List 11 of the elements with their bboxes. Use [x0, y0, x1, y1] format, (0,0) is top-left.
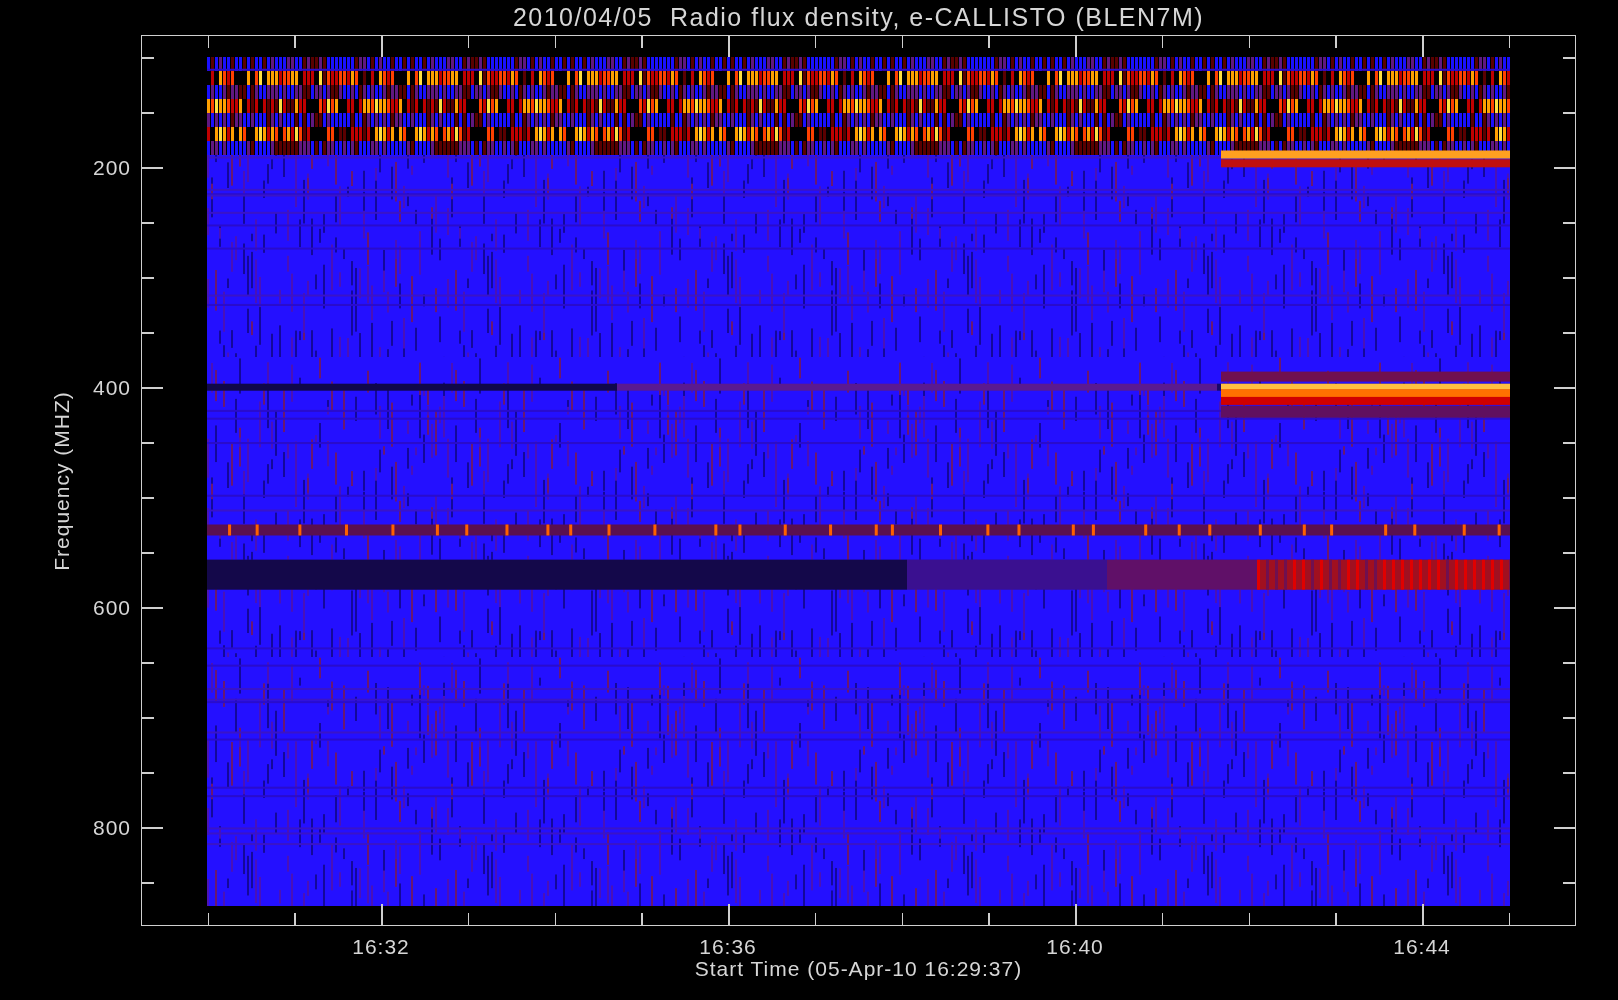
- x-tick-label: 16:40: [1046, 936, 1104, 957]
- chart-title: 2010/04/05 Radio flux density, e-CALLISTO (BLEN7M): [512, 5, 1205, 30]
- x-tick-label: 16:36: [699, 936, 757, 957]
- y-tick-label: 800: [92, 817, 131, 838]
- y-tick-label: 200: [92, 157, 131, 178]
- x-axis-label: Start Time (05-Apr-10 16:29:37): [694, 958, 1023, 979]
- x-tick-label: 16:32: [352, 936, 410, 957]
- x-tick-label: 16:44: [1393, 936, 1451, 957]
- y-axis-label: Frequency (MHZ): [50, 390, 74, 571]
- y-tick-label: 600: [92, 597, 131, 618]
- y-tick-label: 400: [92, 377, 131, 398]
